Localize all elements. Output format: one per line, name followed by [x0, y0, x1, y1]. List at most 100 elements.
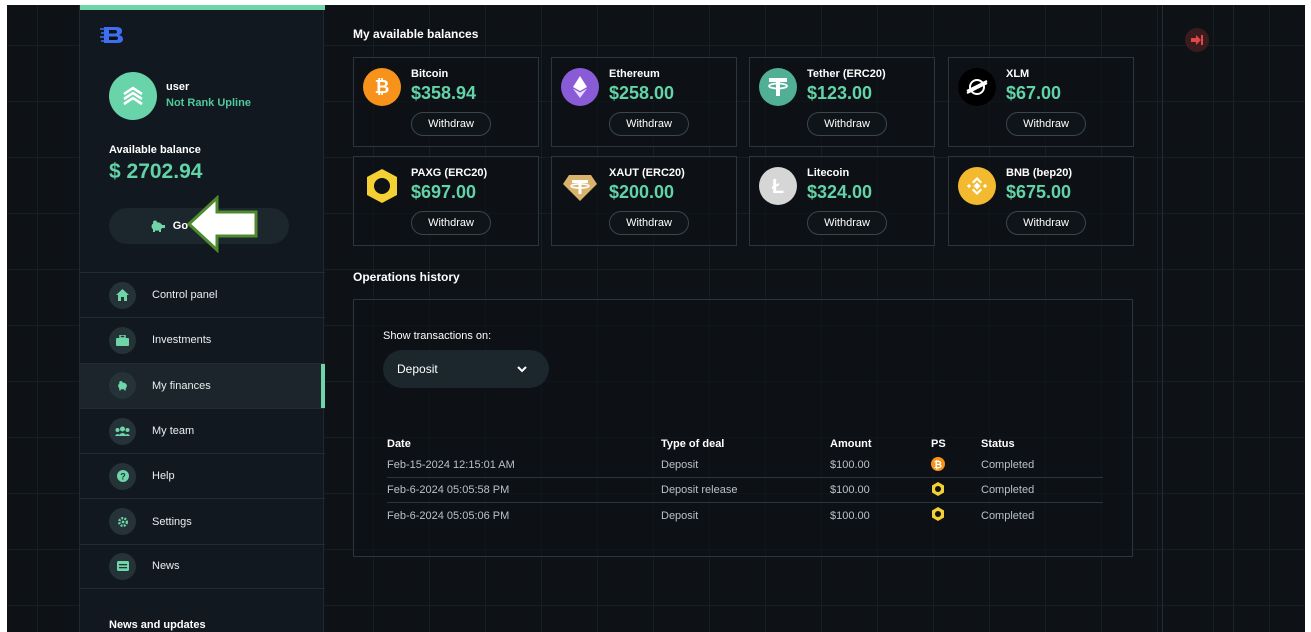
balance-card-bnb: BNB (bep20) $675.00 Withdraw	[948, 156, 1134, 246]
column-header: Date	[387, 438, 411, 450]
bitcoin-icon: ₿	[931, 456, 945, 471]
balance-card-xaut: XAUT (ERC20) $200.00 Withdraw	[551, 156, 737, 246]
balance-card-bitcoin: ₿ Bitcoin $358.94 Withdraw	[353, 57, 539, 147]
sidebar-item-control-panel[interactable]: Control panel	[80, 272, 325, 317]
withdraw-button[interactable]: Withdraw	[807, 112, 887, 136]
history-table: Date Type of deal Amount PS Status Feb-1…	[387, 435, 1103, 528]
user-name: user	[166, 81, 190, 93]
column-header: Status	[981, 438, 1015, 450]
sidebar-item-settings[interactable]: Settings	[80, 498, 325, 543]
coin-balance: $123.00	[807, 83, 873, 103]
coin-name: Bitcoin	[411, 68, 449, 80]
table-row: Feb-6-2024 05:05:58 PM Deposit release $…	[387, 478, 1103, 503]
coin-name: Litecoin	[807, 167, 850, 179]
paxg-icon	[932, 481, 944, 496]
sidebar-item-help[interactable]: ? Help	[80, 453, 325, 498]
withdraw-button[interactable]: Withdraw	[411, 211, 491, 235]
balance-card-paxg: PAXG (ERC20) $697.00 Withdraw	[353, 156, 539, 246]
sign-out-icon	[1191, 35, 1203, 45]
withdraw-button[interactable]: Withdraw	[609, 112, 689, 136]
sidebar-item-label: Control panel	[152, 289, 218, 302]
coin-balance: $675.00	[1006, 182, 1072, 202]
sidebar: user Not Rank Upline Available balance $…	[79, 5, 325, 632]
coin-balance: $324.00	[807, 182, 873, 202]
sidebar-item-label: Settings	[152, 515, 192, 528]
row-date: Feb-6-2024 05:05:58 PM	[387, 484, 510, 496]
row-amount: $100.00	[830, 484, 870, 496]
svg-text:₿: ₿	[934, 459, 942, 471]
users-icon	[109, 417, 136, 445]
coin-name: PAXG (ERC20)	[411, 167, 488, 179]
briefcase-icon	[109, 326, 136, 354]
svg-text:Ł: Ł	[772, 176, 784, 197]
coin-balance: $200.00	[609, 182, 675, 202]
row-type: Deposit	[661, 459, 699, 471]
row-type: Deposit release	[661, 484, 738, 496]
app-window: user Not Rank Upline Available balance $…	[7, 5, 1305, 632]
bnb-icon	[958, 167, 996, 205]
coin-name: Ethereum	[609, 68, 660, 80]
withdraw-button[interactable]: Withdraw	[807, 211, 887, 235]
balance-card-xlm: XLM $67.00 Withdraw	[948, 57, 1134, 147]
sidebar-item-my-team[interactable]: My team	[80, 407, 325, 453]
coin-balance: $258.00	[609, 83, 675, 103]
coin-name: XLM	[1006, 68, 1030, 80]
sidebar-item-news[interactable]: News	[80, 543, 325, 590]
withdraw-button[interactable]: Withdraw	[1006, 112, 1086, 136]
row-date: Feb-6-2024 05:05:06 PM	[387, 509, 510, 522]
news-updates-heading: News and updates	[109, 619, 206, 631]
sidebar-item-label: My finances	[152, 379, 211, 392]
sidebar-item-label: News	[152, 560, 180, 573]
table-row: Feb-15-2024 12:15:01 AM Deposit $100.00 …	[387, 453, 1103, 478]
divider	[1162, 5, 1163, 632]
piggy-bank-icon	[151, 220, 165, 232]
piggy-bank-icon	[109, 372, 136, 400]
coin-name: XAUT (ERC20)	[609, 167, 685, 179]
coin-balance: $67.00	[1006, 83, 1062, 103]
news-icon	[109, 552, 136, 580]
coin-balance: $697.00	[411, 182, 477, 202]
ethereum-icon	[561, 68, 599, 106]
sidebar-nav: Control panel Investments My finances My…	[80, 272, 325, 590]
user-rank: Not Rank Upline	[166, 97, 251, 109]
withdraw-button[interactable]: Withdraw	[609, 211, 689, 235]
sidebar-item-investments[interactable]: Investments	[80, 317, 325, 362]
history-panel: Show transactions on: Deposit Date Type …	[353, 299, 1133, 557]
sidebar-item-my-finances[interactable]: My finances	[80, 362, 325, 409]
transaction-type-select[interactable]: Deposit	[383, 350, 549, 388]
logo-icon[interactable]	[100, 25, 126, 45]
sidebar-item-label: My team	[152, 425, 195, 438]
sidebar-item-label: Investments	[152, 334, 212, 347]
history-title: Operations history	[353, 270, 460, 284]
row-status: Completed	[981, 509, 1035, 522]
logout-button[interactable]	[1185, 28, 1209, 52]
balance-value: $ 2702.94	[109, 160, 203, 183]
tether-icon	[759, 68, 797, 106]
row-amount: $100.00	[830, 509, 870, 522]
balance-label: Available balance	[109, 144, 201, 156]
coin-name: BNB (bep20)	[1006, 167, 1073, 179]
question-icon: ?	[109, 462, 136, 490]
row-ps	[931, 507, 981, 524]
column-header: Type of deal	[661, 438, 725, 450]
avatar	[109, 72, 157, 120]
bitcoin-icon: ₿	[363, 68, 401, 106]
row-amount: $100.00	[830, 459, 870, 471]
sidebar-accent-bar	[80, 5, 325, 10]
chevron-down-icon	[517, 365, 527, 372]
coin-name: Tether (ERC20)	[807, 68, 886, 80]
row-ps	[931, 481, 981, 499]
withdraw-button[interactable]: Withdraw	[411, 112, 491, 136]
divider	[1233, 5, 1234, 632]
svg-text:₿: ₿	[375, 77, 390, 97]
row-type: Deposit	[661, 509, 699, 522]
coin-balance: $358.94	[411, 83, 477, 103]
withdraw-button[interactable]: Withdraw	[1006, 211, 1086, 235]
row-date: Feb-15-2024 12:15:01 AM	[387, 459, 515, 471]
xaut-icon	[561, 167, 599, 205]
row-status: Completed	[981, 484, 1035, 496]
balance-card-ethereum: Ethereum $258.00 Withdraw	[551, 57, 737, 147]
litecoin-icon: Ł	[759, 167, 797, 205]
balance-card-tether: Tether (ERC20) $123.00 Withdraw	[749, 57, 935, 147]
column-header: PS	[931, 438, 946, 450]
